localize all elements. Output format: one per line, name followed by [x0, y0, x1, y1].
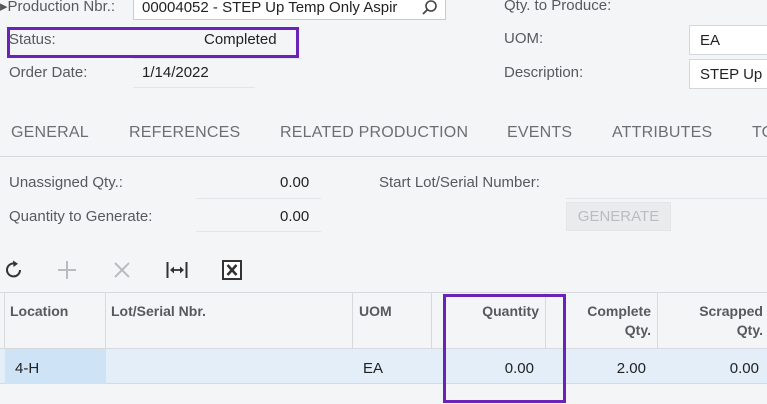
unassigned-qty-value: 0.00 [280, 174, 310, 191]
delete-icon[interactable] [111, 259, 133, 281]
unassigned-qty-label: Unassigned Qty.: [9, 174, 123, 191]
production-nbr-field[interactable]: 00004052 - STEP Up Temp Only Aspir [133, 0, 446, 20]
production-nbr-value: 00004052 - STEP Up Temp Only Aspir [142, 0, 398, 16]
tab-events[interactable]: EVENTS [507, 124, 572, 142]
order-date-label: Order Date: [9, 64, 88, 81]
tab-more[interactable]: TO [752, 124, 767, 142]
start-lot-serial-label: Start Lot/Serial Number: [379, 174, 540, 191]
table-row[interactable] [0, 349, 767, 384]
uom-field[interactable]: EA [689, 25, 767, 55]
production-nbr-label: ▸Production Nbr.: [0, 0, 116, 15]
search-icon[interactable] [421, 0, 439, 19]
fit-columns-icon[interactable] [166, 259, 188, 281]
qty-to-generate-value[interactable]: 0.00 [280, 208, 309, 225]
tab-related-production[interactable]: RELATED PRODUCTION [280, 124, 468, 142]
description-field[interactable]: STEP Up [689, 59, 767, 89]
expand-icon: ▸ [0, 0, 8, 15]
column-header-lot-serial[interactable]: Lot/Serial Nbr. [111, 302, 206, 321]
column-header-scrapped-qty[interactable]: Scrapped Qty. [658, 302, 763, 340]
order-date-value[interactable]: 1/14/2022 [142, 64, 209, 81]
add-icon[interactable] [56, 259, 78, 281]
column-header-uom[interactable]: UOM [359, 302, 392, 321]
cell-uom[interactable]: EA [363, 360, 383, 377]
description-value: STEP Up [700, 66, 763, 83]
tab-attributes[interactable]: ATTRIBUTES [612, 124, 712, 142]
uom-label: UOM: [504, 30, 544, 47]
column-header-location[interactable]: Location [10, 302, 68, 321]
qty-to-produce-label: Qty. to Produce: [504, 0, 612, 14]
qty-to-generate-label: Quantity to Generate: [9, 208, 153, 225]
tab-references[interactable]: REFERENCES [129, 124, 240, 142]
refresh-icon[interactable] [3, 259, 25, 281]
uom-value: EA [700, 32, 721, 49]
status-highlight-box [7, 27, 299, 58]
cell-location[interactable]: 4-H [15, 360, 39, 377]
generate-button[interactable]: GENERATE [566, 202, 671, 231]
description-label: Description: [504, 64, 584, 81]
quantity-highlight-box [443, 294, 566, 403]
tab-divider [0, 156, 767, 157]
tab-general[interactable]: GENERAL [11, 124, 89, 142]
cell-scrapped-qty[interactable]: 0.00 [658, 360, 759, 377]
export-excel-icon[interactable] [221, 259, 243, 281]
